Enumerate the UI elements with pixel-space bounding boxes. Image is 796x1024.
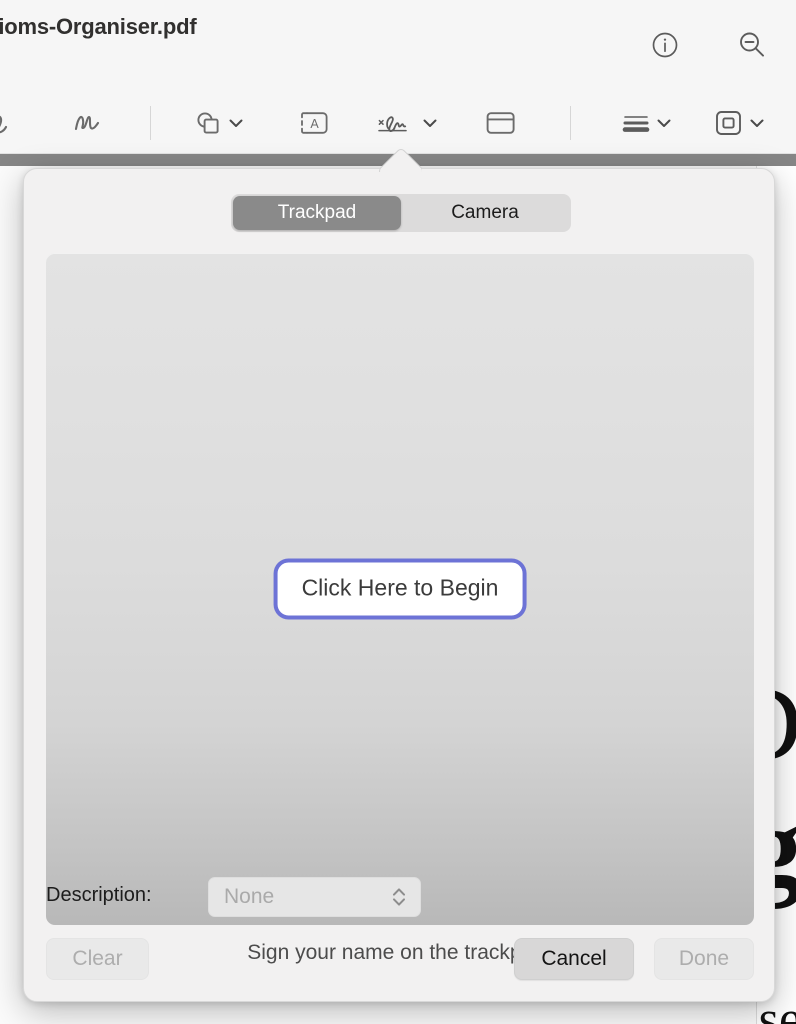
line-style-tool[interactable] [618, 100, 675, 146]
click-here-to-begin-button[interactable]: Click Here to Begin [277, 562, 523, 616]
info-circle-icon[interactable] [644, 24, 686, 66]
cancel-button[interactable]: Cancel [514, 938, 634, 980]
description-select[interactable]: None [208, 877, 421, 917]
shapes-tool[interactable] [190, 100, 247, 146]
popover-arrow [378, 148, 422, 172]
annotation-toolbar: A [0, 92, 796, 154]
document-title: nk Idioms-Organiser.pdf [0, 14, 197, 39]
description-value: None [224, 885, 275, 908]
sketch-tool[interactable] [0, 100, 26, 146]
description-label: Description: [46, 884, 152, 906]
toolbar-divider [570, 106, 571, 140]
done-button[interactable]: Done [654, 938, 754, 980]
signature-capture-popover: Trackpad Camera Click Here to Begin Sign… [23, 168, 775, 1002]
app-window: D g se nk Idioms-Organiser.pdf 294 [0, 0, 796, 1024]
tab-camera[interactable]: Camera [401, 196, 569, 230]
border-color-tool[interactable] [711, 100, 768, 146]
draw-tool[interactable] [68, 100, 108, 146]
toolbar-divider [150, 106, 151, 140]
chevron-down-icon [657, 119, 671, 127]
chevron-up-down-icon [393, 888, 405, 906]
text-tool[interactable]: A [295, 100, 335, 146]
clear-button[interactable]: Clear [46, 938, 149, 980]
tab-trackpad[interactable]: Trackpad [233, 196, 401, 230]
squiggle-icon [0, 115, 8, 134]
shapes-icon [197, 112, 219, 134]
svg-text:A: A [310, 117, 319, 131]
note-icon [486, 112, 515, 134]
border-style-icon [716, 111, 741, 135]
signature-tool[interactable] [372, 100, 441, 146]
zoom-out-icon[interactable] [731, 24, 773, 66]
signature-icon [378, 116, 407, 132]
text-box-icon: A [301, 112, 328, 134]
chevron-down-icon [423, 119, 437, 127]
capture-source-segmented-control[interactable]: Trackpad Camera [231, 194, 571, 232]
note-tool[interactable] [482, 100, 520, 146]
chevron-down-icon [750, 119, 764, 127]
chevron-down-icon [229, 119, 243, 127]
window-titlebar: nk Idioms-Organiser.pdf 294 [0, 0, 796, 92]
signature-canvas[interactable]: Click Here to Begin [46, 253, 754, 925]
squiggle-icon [74, 115, 100, 131]
line-thickness-icon [622, 116, 650, 132]
